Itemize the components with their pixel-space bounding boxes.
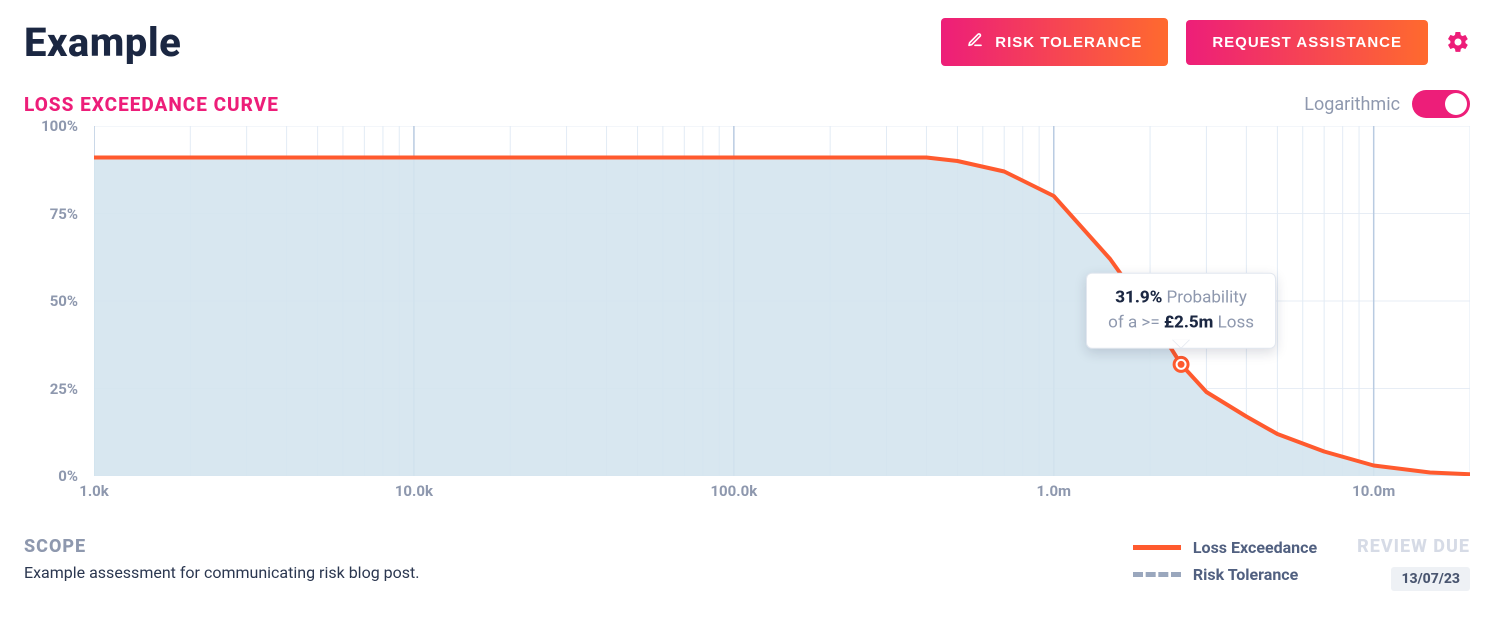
legend-item-risk-tolerance: Risk Tolerance — [1133, 565, 1317, 584]
x-tick-label: 1.0m — [1036, 482, 1071, 500]
x-tick-label: 10.0k — [395, 482, 433, 500]
scope-block: SCOPE Example assessment for communicati… — [24, 536, 419, 582]
legend-item-loss-exceedance: Loss Exceedance — [1133, 538, 1317, 557]
x-tick-label: 1.0k — [79, 482, 109, 500]
page-title: Example — [24, 19, 181, 66]
x-tick-label: 10.0m — [1352, 482, 1395, 500]
review-due-block: REVIEW DUE 13/07/23 — [1357, 536, 1470, 591]
legend-swatch-dashed — [1133, 572, 1181, 577]
y-tick-label: 25% — [50, 380, 78, 398]
chart-plot-area[interactable]: 31.9% Probabilityof a >= £2.5m Loss — [94, 126, 1470, 476]
pencil-icon — [967, 32, 983, 52]
chart-title: LOSS EXCEEDANCE CURVE — [24, 93, 279, 116]
risk-tolerance-button-label: RISK TOLERANCE — [995, 34, 1142, 51]
y-tick-label: 0% — [58, 467, 78, 485]
review-due-heading: REVIEW DUE — [1357, 536, 1470, 557]
y-tick-label: 50% — [50, 292, 78, 310]
chart-tooltip: 31.9% Probabilityof a >= £2.5m Loss — [1086, 273, 1276, 348]
review-due-date: 13/07/23 — [1391, 567, 1470, 591]
risk-tolerance-button[interactable]: RISK TOLERANCE — [941, 18, 1168, 66]
request-assistance-button[interactable]: REQUEST ASSISTANCE — [1186, 20, 1428, 65]
y-tick-label: 75% — [50, 205, 78, 223]
gear-icon[interactable] — [1446, 30, 1470, 54]
legend-label-loss-exceedance: Loss Exceedance — [1193, 538, 1317, 557]
log-scale-label: Logarithmic — [1304, 94, 1400, 115]
header-actions: RISK TOLERANCE REQUEST ASSISTANCE — [941, 18, 1470, 66]
legend-swatch-solid — [1133, 545, 1181, 550]
log-scale-toggle-wrap: Logarithmic — [1304, 90, 1470, 118]
legend-label-risk-tolerance: Risk Tolerance — [1193, 565, 1298, 584]
x-axis: 1.0k10.0k100.0k1.0m10.0m — [94, 476, 1470, 506]
log-scale-toggle[interactable] — [1412, 90, 1470, 118]
request-assistance-button-label: REQUEST ASSISTANCE — [1212, 34, 1402, 51]
x-tick-label: 100.0k — [710, 482, 757, 500]
y-axis: 0%25%50%75%100% — [24, 126, 84, 476]
scope-text: Example assessment for communicating ris… — [24, 563, 419, 582]
legend: Loss Exceedance Risk Tolerance — [1133, 536, 1317, 584]
y-tick-label: 100% — [41, 117, 78, 135]
scope-heading: SCOPE — [24, 536, 419, 557]
